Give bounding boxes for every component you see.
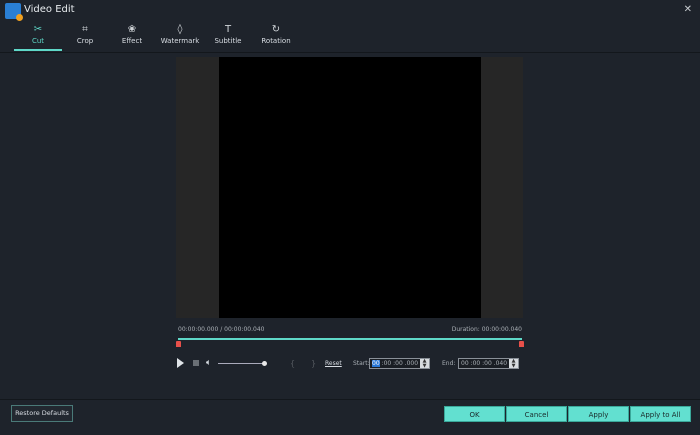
scissors-icon: ✂ (33, 24, 43, 35)
trim-start-handle[interactable] (176, 341, 181, 347)
tab-cut[interactable]: ✂ Cut (14, 24, 62, 45)
volume-slider[interactable] (218, 363, 264, 364)
spinner-arrows-icon[interactable]: ▲ ▼ (509, 359, 518, 368)
spinner-arrows-icon[interactable]: ▲ ▼ (420, 359, 429, 368)
video-preview (176, 57, 523, 318)
mark-out-button[interactable]: } (311, 359, 316, 368)
apply-button[interactable]: Apply (568, 406, 629, 422)
effect-icon: ❀ (127, 24, 137, 35)
tab-watermark[interactable]: ◊ Watermark (156, 24, 204, 45)
restore-defaults-button[interactable]: Restore Defaults (11, 405, 73, 422)
current-time: 00:00:00.000 / 00:00:00.040 (178, 326, 265, 333)
play-icon[interactable] (177, 358, 184, 368)
text-icon: T (224, 24, 232, 35)
start-time-input[interactable]: 00 :00 :00 .000 ▲ ▼ (369, 358, 430, 369)
end-value: 00 :00 :00 .040 (461, 360, 508, 367)
volume-icon[interactable]: 🔈︎ (206, 358, 211, 368)
tab-label: Crop (76, 37, 94, 45)
cancel-button[interactable]: Cancel (506, 406, 567, 422)
tab-label: Subtitle (214, 37, 242, 45)
start-label: Start: (353, 360, 370, 367)
apply-to-all-button[interactable]: Apply to All (630, 406, 691, 422)
close-icon[interactable]: ✕ (684, 4, 692, 15)
tab-label: Rotation (261, 37, 291, 45)
crop-icon: ⌗ (82, 24, 88, 35)
reset-link[interactable]: Reset (325, 360, 342, 367)
divider (0, 399, 700, 400)
start-rest: :00 :00 .000 (379, 360, 419, 367)
tab-effect[interactable]: ❀ Effect (108, 24, 156, 45)
mark-in-button[interactable]: { (290, 359, 295, 368)
rotate-icon: ↻ (271, 24, 281, 35)
app-logo-icon (5, 3, 23, 21)
end-label: End: (442, 360, 456, 367)
window-title: Video Edit (24, 4, 75, 15)
active-tab-indicator (14, 49, 62, 51)
duration: Duration: 00:00:00.040 (451, 326, 522, 333)
timeline-track[interactable] (178, 338, 522, 340)
stop-icon[interactable] (193, 360, 199, 366)
tab-crop[interactable]: ⌗ Crop (61, 24, 109, 45)
watermark-icon: ◊ (177, 24, 183, 35)
trim-end-handle[interactable] (519, 341, 524, 347)
tab-label: Effect (121, 37, 143, 45)
tab-label: Cut (31, 37, 45, 45)
tab-label: Watermark (160, 37, 200, 45)
tab-subtitle[interactable]: T Subtitle (204, 24, 252, 45)
end-time-input[interactable]: 00 :00 :00 .040 ▲ ▼ (458, 358, 519, 369)
volume-slider-knob[interactable] (262, 361, 267, 366)
selected-segment: 00 (372, 360, 380, 367)
video-frame (219, 57, 481, 318)
tab-rotation[interactable]: ↻ Rotation (252, 24, 300, 45)
divider (0, 52, 700, 53)
ok-button[interactable]: OK (444, 406, 505, 422)
